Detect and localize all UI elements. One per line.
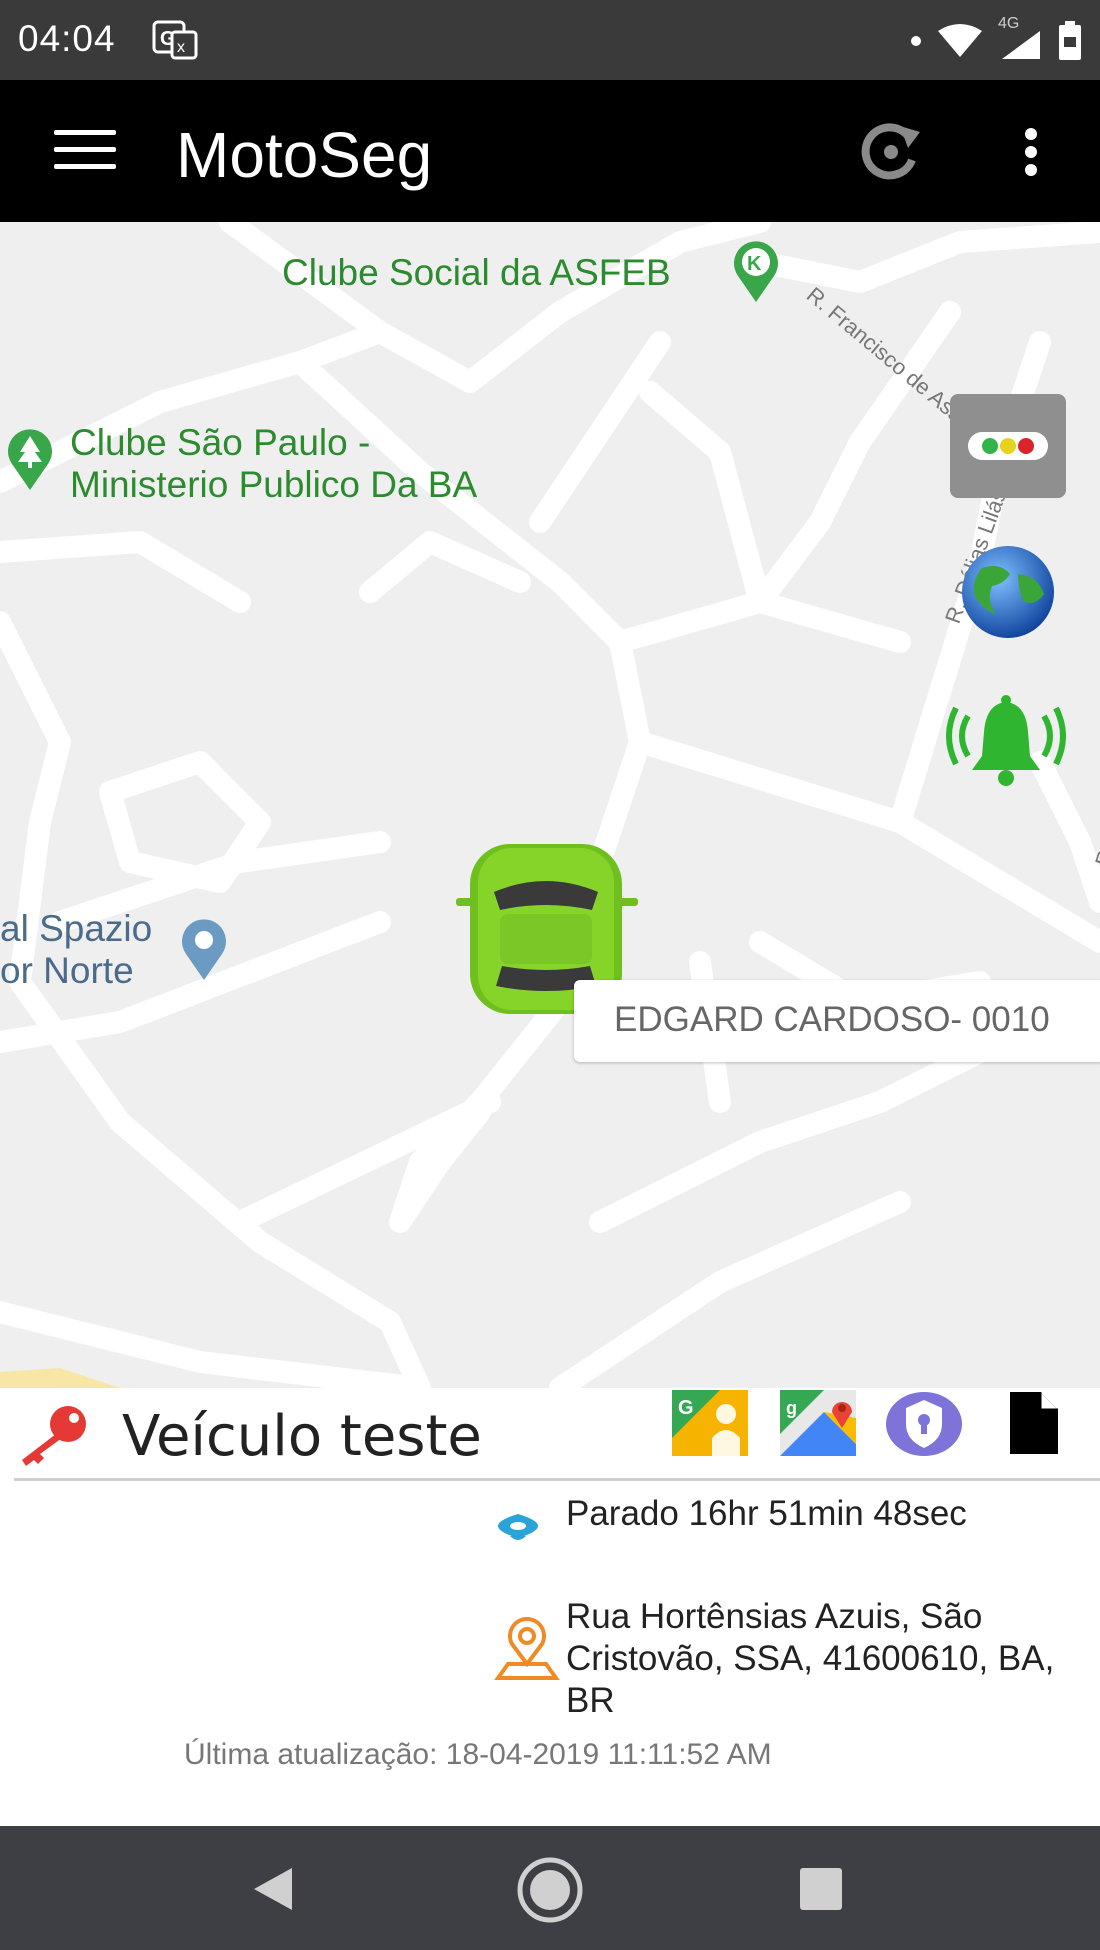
alarm-bell-icon[interactable] xyxy=(946,692,1066,792)
sports-pin-icon[interactable]: K xyxy=(728,238,784,304)
park-pin-icon[interactable] xyxy=(2,426,58,492)
address-location-icon xyxy=(494,1617,560,1680)
poi-line-2: Ministerio Publico Da BA xyxy=(70,464,478,505)
globe-map-type-icon[interactable] xyxy=(952,544,1064,640)
status-bar: 04:04 G x 4G xyxy=(0,0,1100,80)
poi-line-1: al Spazio xyxy=(0,908,153,949)
battery-icon xyxy=(1059,21,1081,60)
vehicle-address: Rua Hortênsias Azuis, São Cristovão, SSA… xyxy=(566,1597,1055,1720)
vehicle-info-panel: Veículo teste G g Parado 16hr 51min 48se… xyxy=(0,1388,1100,1826)
poi-label-spazio[interactable]: al Spazio or Norte xyxy=(0,908,152,992)
translate-icon: G x xyxy=(152,20,198,60)
app-bar: MotoSeg xyxy=(0,80,1100,222)
google-maps-icon[interactable]: g xyxy=(778,1388,858,1458)
last-update-timestamp: Última atualização: 18-04-2019 11:11:52 … xyxy=(184,1738,772,1771)
key-icon xyxy=(22,1406,86,1466)
notification-dot-icon xyxy=(911,36,921,46)
street-view-icon[interactable]: G xyxy=(670,1388,750,1458)
panel-divider xyxy=(14,1478,1100,1481)
map-view[interactable]: Clube Social da ASFEB K Clube São Paulo … xyxy=(0,222,1100,1388)
system-nav-bar xyxy=(0,1826,1100,1950)
parked-status-icon xyxy=(498,1514,538,1540)
svg-text:x: x xyxy=(177,39,185,56)
vehicle-name: Veículo teste xyxy=(122,1404,482,1469)
poi-label-clube-sao-paulo[interactable]: Clube São Paulo - Ministerio Publico Da … xyxy=(70,422,477,506)
location-pin-icon[interactable] xyxy=(176,916,232,982)
svg-text:g: g xyxy=(786,1398,797,1418)
wifi-icon xyxy=(938,24,982,57)
status-time: 04:04 xyxy=(18,18,116,59)
vehicle-marker-label[interactable]: EDGARD CARDOSO- 0010 xyxy=(574,980,1100,1062)
poi-label-asfeb[interactable]: Clube Social da ASFEB xyxy=(282,252,671,294)
recent-apps-icon[interactable] xyxy=(798,1866,844,1912)
back-icon[interactable] xyxy=(250,1866,296,1912)
svg-text:K: K xyxy=(747,253,762,275)
app-title: MotoSeg xyxy=(176,119,433,191)
svg-text:G: G xyxy=(678,1397,694,1419)
poi-line-2: or Norte xyxy=(0,950,134,991)
home-icon[interactable] xyxy=(516,1856,584,1924)
refresh-icon[interactable] xyxy=(856,122,926,182)
parked-duration: Parado 16hr 51min 48sec xyxy=(566,1494,967,1533)
traffic-toggle-button[interactable] xyxy=(950,394,1066,498)
security-lock-icon[interactable] xyxy=(884,1388,964,1458)
poi-line-1: Clube São Paulo - xyxy=(70,422,371,463)
document-icon[interactable] xyxy=(1004,1388,1064,1458)
cellular-signal-icon: 4G xyxy=(998,15,1044,61)
traffic-light-icon xyxy=(968,432,1048,460)
menu-icon[interactable] xyxy=(54,130,116,170)
more-options-icon[interactable] xyxy=(1016,126,1046,178)
